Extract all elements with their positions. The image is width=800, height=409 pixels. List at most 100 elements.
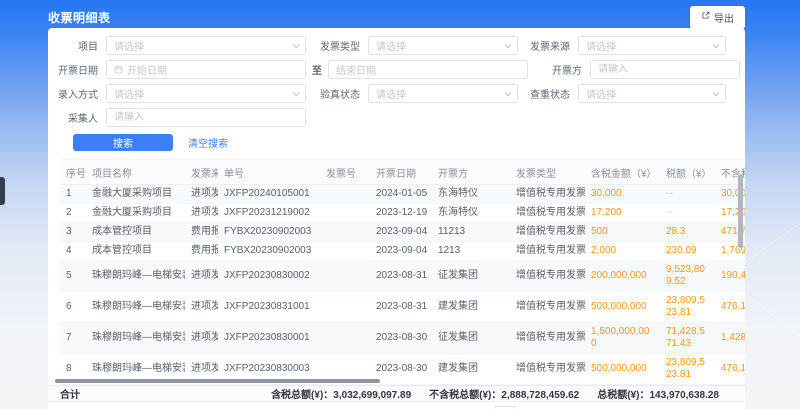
duplicate-status-select[interactable]: 请选择	[578, 84, 726, 103]
table-row[interactable]: 5 珠穆朗玛峰—电梯安装 进项发票 JXFP20230830002 2023-0…	[60, 261, 745, 292]
column-header: 发票来源	[185, 160, 218, 185]
column-header: 发票类型	[510, 160, 585, 185]
column-header: 序号	[60, 160, 86, 185]
column-header: 开票日期	[370, 160, 432, 185]
end-date-input[interactable]: 结束日期	[328, 60, 528, 79]
cell-amount-with-tax: 1,500,000,000	[585, 323, 660, 354]
goto-page-input[interactable]	[494, 406, 516, 409]
cell-order-no: JXFP20230830002	[218, 261, 320, 292]
cell-amount-without-tax: 476,190,476.19	[715, 292, 745, 323]
cell-amount-with-tax: 30,000	[585, 185, 660, 204]
horizontal-scrollbar[interactable]	[55, 379, 380, 383]
cell-tax: 28.3	[660, 223, 715, 242]
cell-issuer: 征发集团	[432, 261, 510, 292]
verify-status-select[interactable]: 请选择	[368, 84, 518, 103]
cell-tax: 23,809,523.81	[660, 354, 715, 385]
cell-invoice-type: 增值税专用发票(蓝)	[510, 323, 585, 354]
collector-input[interactable]	[106, 108, 306, 127]
project-filter-label: 项目	[54, 38, 106, 53]
content-card: 项目 请选择 发票类型 请选择 发票来源 请选择	[48, 28, 745, 409]
cell-invoice-date: 2023-12-19	[370, 204, 432, 223]
cell-invoice-type: 增值税专用发票(蓝)	[510, 204, 585, 223]
cell-invoice-source: 进项发票	[185, 204, 218, 223]
cell-issuer: 东海特仪	[432, 204, 510, 223]
cell-invoice-date: 2023-08-31	[370, 292, 432, 323]
cell-project-name: 金融大厦采购项目	[86, 185, 185, 204]
chevron-down-icon	[505, 41, 512, 48]
side-drawer-handle[interactable]	[0, 177, 5, 205]
cell-amount-with-tax: 17,200	[585, 204, 660, 223]
cell-order-no: JXFP20240105001	[218, 185, 320, 204]
goto-suffix: 页	[521, 406, 531, 409]
cell-tax: 9,523,809.52	[660, 261, 715, 292]
cell-invoice-no	[320, 223, 370, 242]
cell-seq: 4	[60, 242, 86, 261]
invoice-type-select[interactable]: 请选择	[368, 36, 518, 55]
issuer-filter-label: 开票方	[528, 62, 590, 77]
cell-invoice-type: 增值税专用发票(蓝)	[510, 242, 585, 261]
invoice-type-filter-label: 发票类型	[306, 38, 368, 53]
cell-project-name: 珠穆朗玛峰—电梯安装	[86, 323, 185, 354]
table-row[interactable]: 6 珠穆朗玛峰—电梯安装 进项发票 JXFP20230831001 2023-0…	[60, 292, 745, 323]
table-row[interactable]: 1 金融大厦采购项目 进项发票 JXFP20240105001 2024-01-…	[60, 185, 745, 204]
invoice-source-select[interactable]: 请选择	[578, 36, 726, 55]
table-row[interactable]: 2 金融大厦采购项目 进项发票 JXFP20231219002 2023-12-…	[60, 204, 745, 223]
table-row[interactable]: 7 珠穆朗玛峰—电梯安装 进项发票 JXFP20230830001 2023-0…	[60, 323, 745, 354]
export-button[interactable]: 导出	[690, 6, 745, 29]
invoice-table: 序号项目名称发票来源单号发票号开票日期开票方发票类型含税金额（¥）税额（¥）不含…	[60, 159, 745, 385]
cell-seq: 7	[60, 323, 86, 354]
cell-issuer: 建发集团	[432, 292, 510, 323]
column-header: 开票方	[432, 160, 510, 185]
chevron-down-icon	[293, 41, 300, 48]
goto-prefix: 前往	[469, 406, 489, 409]
cell-invoice-type: 增值税专用发票(蓝)	[510, 185, 585, 204]
chevron-down-icon	[713, 41, 720, 48]
filter-panel: 项目 请选择 发票类型 请选择 发票来源 请选择	[48, 28, 745, 151]
cell-invoice-type: 增值税专用发票(蓝)	[510, 354, 585, 385]
cell-amount-with-tax: 200,000,000	[585, 261, 660, 292]
start-date-input[interactable]: 开始日期	[106, 60, 306, 79]
cell-invoice-no	[320, 185, 370, 204]
cell-project-name: 金融大厦采购项目	[86, 204, 185, 223]
cell-order-no: JXFP20230831001	[218, 292, 320, 323]
cell-invoice-no	[320, 292, 370, 323]
collector-filter-label: 采集人	[54, 110, 106, 125]
cell-seq: 1	[60, 185, 86, 204]
vertical-scrollbar[interactable]	[738, 174, 743, 248]
cell-seq: 5	[60, 261, 86, 292]
chevron-down-icon	[505, 89, 512, 96]
pagination-bar: 共 142 条 ‹ 123456...8 › 前往 页	[48, 402, 745, 409]
cell-invoice-no	[320, 261, 370, 292]
cell-tax: 71,428,571.43	[660, 323, 715, 354]
invoice-date-filter-label: 开票日期	[54, 62, 106, 77]
entry-method-select[interactable]: 请选择	[106, 84, 306, 103]
cell-project-name: 成本管控项目	[86, 242, 185, 261]
column-header: 项目名称	[86, 160, 185, 185]
cell-amount-without-tax: 1,428,571,428.57	[715, 323, 745, 354]
table-row[interactable]: 4 成本管控项目 费用报销 FYBX20230902003 2023-09-04…	[60, 242, 745, 261]
summary-without-tax: 不含税总额(¥)：2,888,728,459.62	[429, 386, 579, 401]
table-header-row: 序号项目名称发票来源单号发票号开票日期开票方发票类型含税金额（¥）税额（¥）不含…	[60, 160, 745, 185]
project-select[interactable]: 请选择	[106, 36, 306, 55]
cell-invoice-no	[320, 323, 370, 354]
column-header: 税额（¥）	[660, 160, 715, 185]
title-bar: 收票明细表 导出	[48, 6, 745, 28]
entry-method-filter-label: 录入方式	[54, 86, 106, 101]
search-button[interactable]: 搜索	[73, 134, 173, 151]
table-row[interactable]: 3 成本管控项目 费用报销 FYBX20230902003 2023-09-04…	[60, 223, 745, 242]
summary-total-tax: 总税额(¥)：143,970,638.28	[597, 386, 719, 401]
cell-amount-without-tax: 190,476,190.48	[715, 261, 745, 292]
cell-order-no: FYBX20230902003	[218, 242, 320, 261]
cell-seq: 3	[60, 223, 86, 242]
cell-invoice-date: 2024-01-05	[370, 185, 432, 204]
cell-invoice-type: 增值税专用发票(蓝)	[510, 223, 585, 242]
clear-search-link[interactable]: 清空搜索	[188, 135, 228, 150]
issuer-input[interactable]	[590, 60, 740, 79]
chevron-down-icon	[713, 89, 720, 96]
cell-order-no: JXFP20231219002	[218, 204, 320, 223]
cell-seq: 6	[60, 292, 86, 323]
cell-order-no: FYBX20230902003	[218, 223, 320, 242]
cell-invoice-source: 进项发票	[185, 323, 218, 354]
cell-project-name: 成本管控项目	[86, 223, 185, 242]
cell-issuer: 建发集团	[432, 354, 510, 385]
